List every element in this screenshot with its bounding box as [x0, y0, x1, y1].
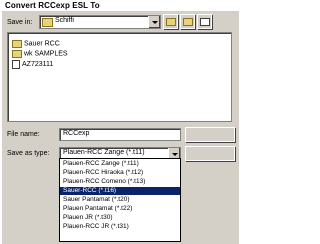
dropdown-option[interactable]: Plauen-RCC JR (*.t31)	[60, 223, 180, 231]
save-in-label: Save in:	[7, 19, 33, 26]
list-view-icon	[200, 18, 210, 26]
dropdown-option[interactable]: Plauen-RCC Zange (*.t11)	[60, 160, 180, 168]
up-folder-icon	[166, 18, 176, 26]
cancel-button[interactable]	[185, 146, 235, 161]
save-as-type-list[interactable]: Plauen-RCC Zange (*.t11) Plauen-RCC Hira…	[59, 158, 181, 242]
save-as-type-label: Save as type:	[7, 150, 50, 157]
file-name-value: RCCexp	[63, 130, 90, 137]
dropdown-option[interactable]: Plauen-RCC Comeno (*.t13)	[60, 178, 180, 186]
dropdown-option[interactable]: Sauer Pantamat (*.t20)	[60, 196, 180, 204]
new-folder-icon	[183, 18, 193, 26]
up-folder-button[interactable]	[163, 14, 178, 29]
list-item[interactable]: wk SAMPLES	[12, 50, 68, 59]
save-in-dropdown[interactable]: Schiffi	[39, 15, 161, 29]
chevron-down-icon[interactable]	[148, 16, 160, 28]
save-as-type-value: Plauen-RCC Zange (*.t11)	[63, 149, 145, 156]
dropdown-option-selected[interactable]: Sauer-RCC (*.t16)	[60, 187, 180, 195]
list-item[interactable]: AZ723111	[12, 60, 53, 69]
folder-icon	[42, 18, 53, 27]
dropdown-option[interactable]: Plauen-RCC Hiraoka (*.t12)	[60, 169, 180, 177]
document-icon	[12, 60, 20, 69]
file-name-label: File name:	[7, 131, 40, 138]
view-menu-button[interactable]	[197, 14, 212, 29]
save-button[interactable]	[185, 127, 235, 142]
list-item[interactable]: Sauer RCC	[12, 40, 60, 49]
file-list[interactable]: Sauer RCC wk SAMPLES AZ723111	[7, 32, 232, 122]
new-folder-button[interactable]	[180, 14, 195, 29]
dropdown-option[interactable]: Plauen JR (*.t30)	[60, 214, 180, 222]
dropdown-option[interactable]: Plauen Pantamat (*.t22)	[60, 205, 180, 213]
window-title: Convert RCCexp ESL To	[5, 1, 100, 10]
file-name-field[interactable]: RCCexp	[59, 128, 181, 141]
save-in-value: Schiffi	[55, 17, 74, 24]
save-dialog: Convert RCCexp ESL To Save in: Schiffi S…	[2, 0, 239, 244]
folder-icon	[12, 40, 22, 48]
folder-icon	[12, 50, 22, 58]
title-bar: Convert RCCexp ESL To	[2, 0, 239, 11]
